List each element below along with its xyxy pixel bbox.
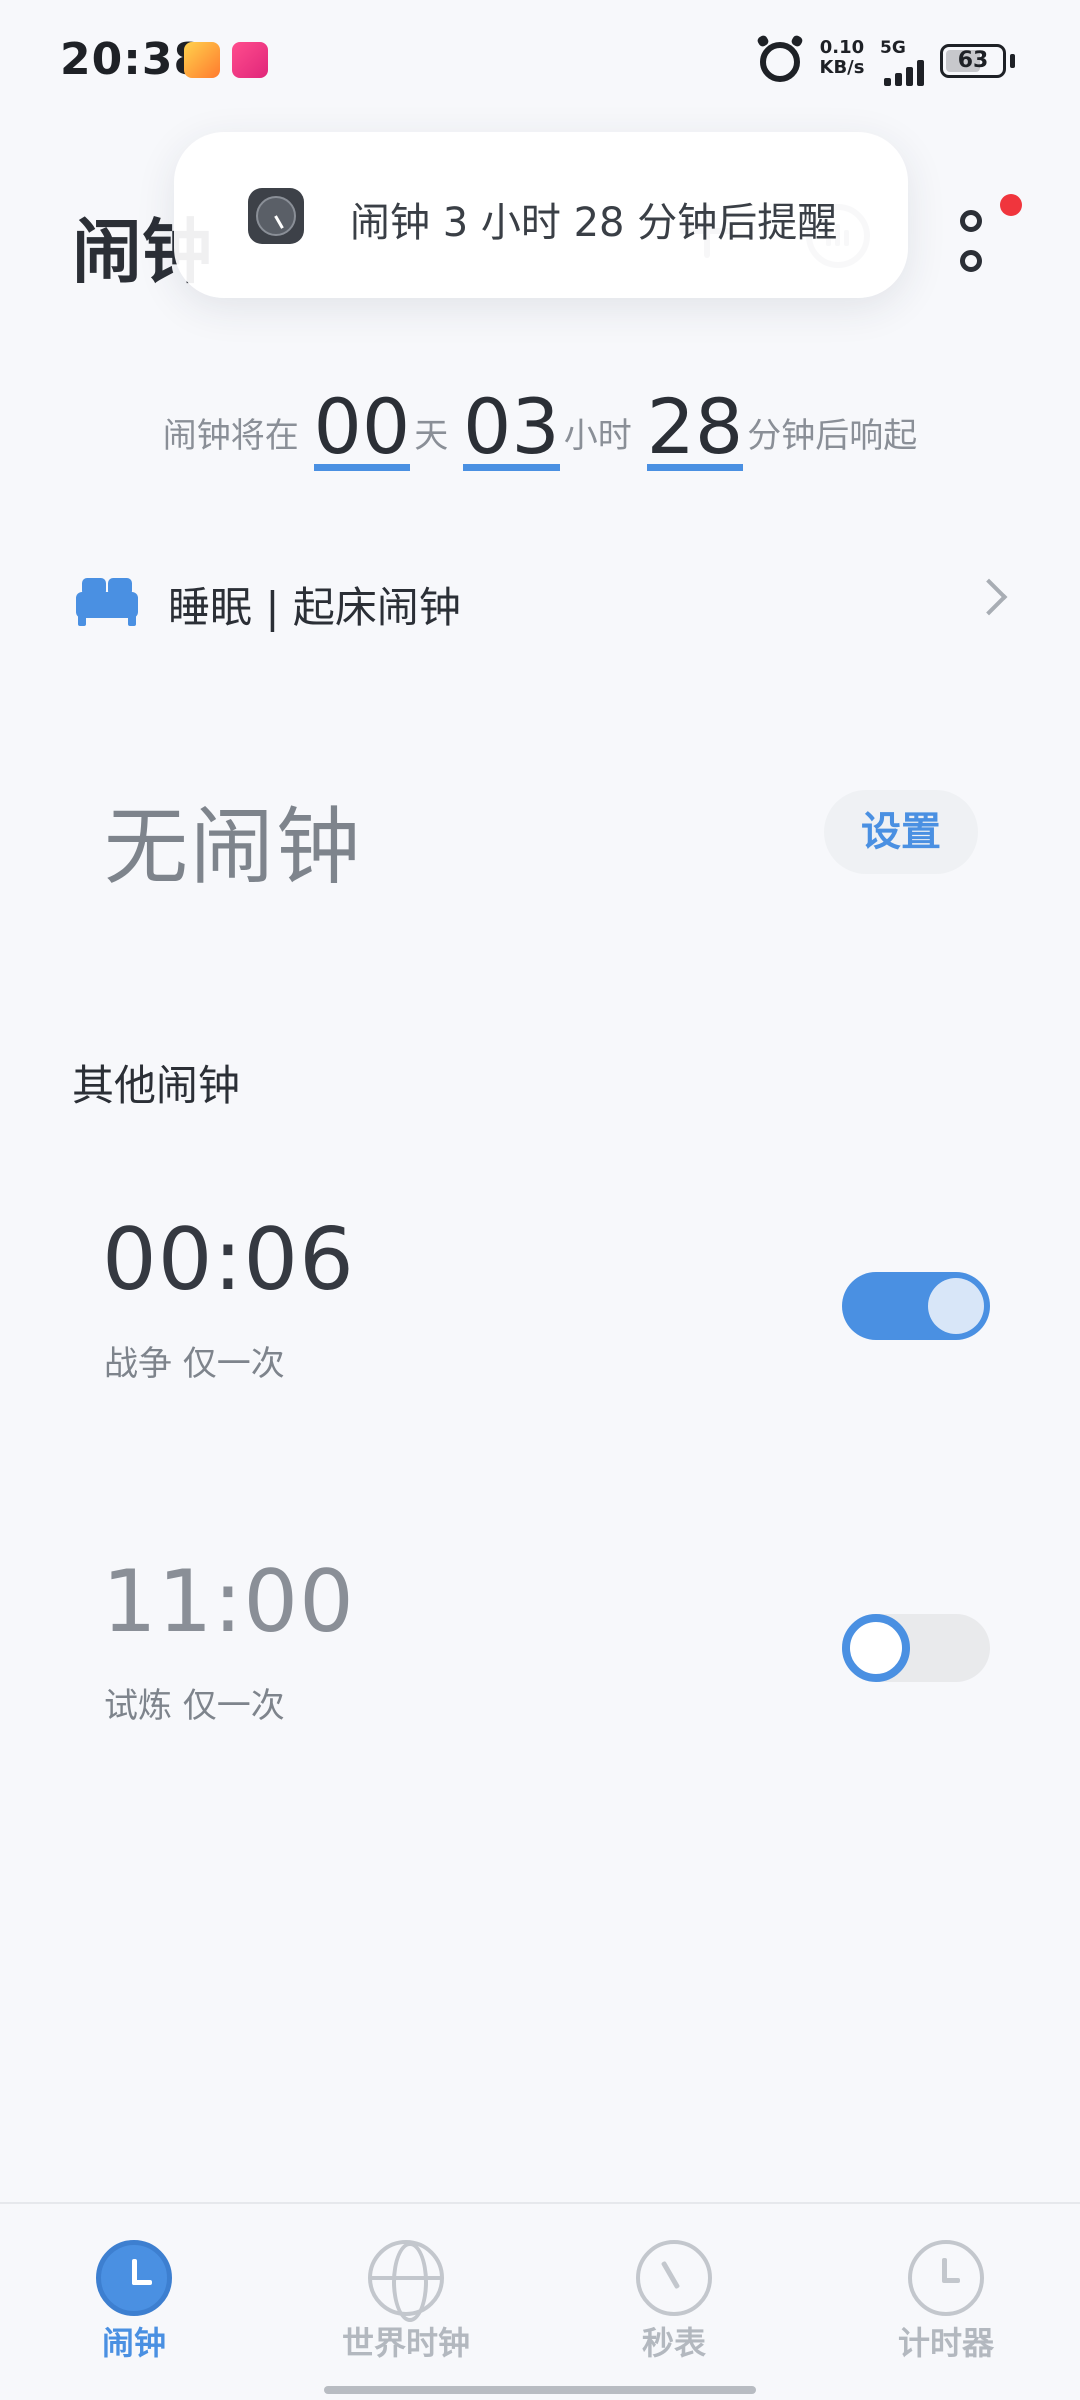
- alarm-clock-icon: [96, 2240, 172, 2316]
- status-indicators: 0.10 KB/s 5G 63: [760, 36, 1020, 88]
- signal-icon: [884, 60, 930, 86]
- more-options-button[interactable]: [956, 208, 990, 278]
- notification-dot: [1000, 194, 1022, 216]
- bilibili-notification-icon: [232, 42, 268, 78]
- alarm-item[interactable]: 11:00 试炼 仅一次: [0, 1552, 1080, 1752]
- tab-stopwatch[interactable]: 秒表: [574, 2240, 774, 2364]
- network-speed: 0.10 KB/s: [819, 37, 865, 78]
- no-alarm-text: 无闹钟: [104, 798, 363, 896]
- sleep-label: 睡眠 | 起床闹钟: [168, 583, 461, 632]
- more-icon: [960, 210, 982, 232]
- network-type: 5G: [880, 38, 906, 58]
- countdown-hours: 03: [463, 382, 560, 471]
- tab-timer[interactable]: 计时器: [846, 2240, 1046, 2364]
- toast-message: 闹钟 3 小时 28 分钟后提醒: [350, 200, 838, 246]
- other-alarms-title: 其他闹钟: [72, 1061, 241, 1110]
- alarm-toast: 闹钟 3 小时 28 分钟后提醒: [174, 132, 908, 298]
- battery-icon: 63: [940, 44, 1006, 78]
- alarm-label: 战争 仅一次: [104, 1344, 285, 1384]
- alarm-time: 00:06: [102, 1210, 355, 1310]
- timer-icon: [908, 2240, 984, 2316]
- alarm-item[interactable]: 00:06 战争 仅一次: [0, 1210, 1080, 1410]
- tab-world-clock[interactable]: 世界时钟: [306, 2240, 506, 2364]
- alarm-label: 试炼 仅一次: [104, 1686, 285, 1726]
- clock-app-icon: [248, 188, 304, 244]
- globe-icon: [368, 2240, 444, 2322]
- set-alarm-button[interactable]: 设置: [824, 790, 978, 874]
- app-notification-icon: [184, 42, 220, 78]
- alarm-status-icon: [760, 42, 800, 82]
- alarm-toggle[interactable]: [842, 1272, 990, 1340]
- bottom-nav: 闹钟 世界时钟 秒表 计时器: [0, 2202, 1080, 2400]
- alarm-time: 11:00: [102, 1552, 355, 1652]
- tab-alarm[interactable]: 闹钟: [34, 2240, 234, 2364]
- sleep-wake-alarm-row[interactable]: 睡眠 | 起床闹钟: [76, 562, 1016, 642]
- alarm-countdown: 闹钟将在 00 天 03 小时 28 分钟后响起: [162, 382, 918, 471]
- battery-level: 63: [957, 48, 989, 73]
- alarm-toggle[interactable]: [842, 1614, 990, 1682]
- home-indicator[interactable]: [324, 2386, 756, 2394]
- chevron-right-icon: [970, 578, 1008, 616]
- countdown-days: 00: [313, 382, 411, 471]
- countdown-minutes: 28: [646, 382, 744, 471]
- status-bar: 20:38 0.10 KB/s 5G 63: [0, 0, 1080, 120]
- stopwatch-icon: [636, 2240, 712, 2316]
- bed-icon: [76, 578, 138, 626]
